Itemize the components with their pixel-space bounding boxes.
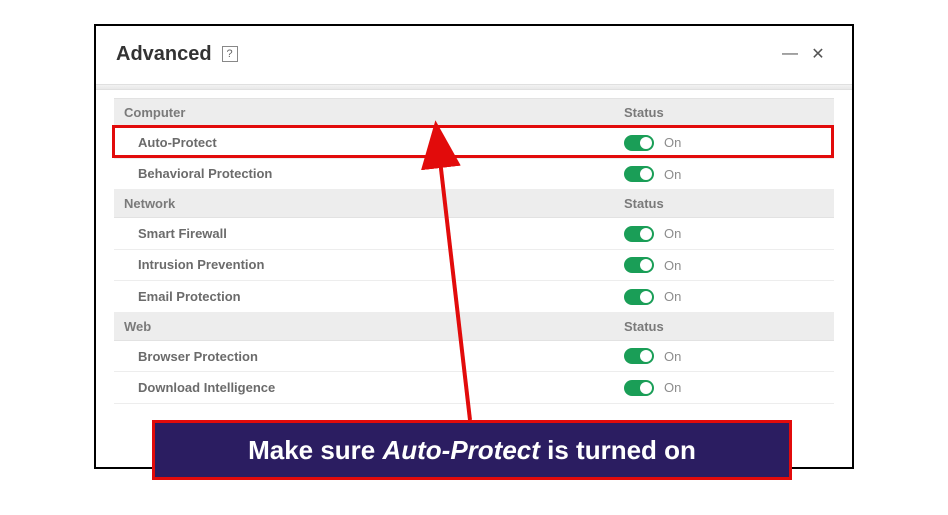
setting-label: Download Intelligence [114,372,614,404]
status-text: On [664,226,681,241]
settings-content: ComputerStatusAuto-ProtectOnBehavioral P… [96,90,852,404]
titlebar: Advanced ? — ✕ [96,26,852,78]
setting-row: Smart Firewall On [114,218,834,250]
caption-prefix: Make sure [248,435,382,465]
setting-row: Browser Protection On [114,340,834,372]
status-text: On [664,135,681,150]
toggle-switch[interactable] [624,380,654,396]
caption-emphasis: Auto-Protect [382,435,539,465]
caption-suffix: is turned on [540,435,696,465]
status-text: On [664,289,681,304]
setting-label: Behavioral Protection [114,158,614,190]
status-column-header: Status [614,312,834,340]
status-text: On [664,380,681,395]
help-icon[interactable]: ? [222,46,238,62]
status-text: On [664,349,681,364]
setting-row: Auto-Protect On [114,127,834,159]
setting-label: Email Protection [114,281,614,313]
setting-row: Download Intelligence On [114,372,834,404]
toggle-switch[interactable] [624,348,654,364]
setting-row: Behavioral Protection On [114,158,834,190]
settings-window: Advanced ? — ✕ ComputerStatusAuto-Protec… [94,24,854,469]
toggle-switch[interactable] [624,135,654,151]
status-text: On [664,258,681,273]
setting-status-cell: On [614,127,834,159]
close-button[interactable]: ✕ [804,40,832,68]
minimize-button[interactable]: — [776,40,804,68]
settings-table: ComputerStatusAuto-ProtectOnBehavioral P… [114,98,834,404]
setting-status-cell: On [614,218,834,250]
setting-status-cell: On [614,249,834,281]
status-column-header: Status [614,190,834,218]
page-title: Advanced [116,43,212,66]
status-text: On [664,167,681,182]
section-header: WebStatus [114,312,834,340]
status-column-header: Status [614,99,834,127]
setting-status-cell: On [614,372,834,404]
toggle-switch[interactable] [624,257,654,273]
setting-label: Smart Firewall [114,218,614,250]
annotation-caption: Make sure Auto-Protect is turned on [152,420,792,480]
setting-row: Email Protection On [114,281,834,313]
setting-status-cell: On [614,340,834,372]
setting-row: Intrusion Prevention On [114,249,834,281]
section-name: Network [114,190,614,218]
section-name: Web [114,312,614,340]
toggle-switch[interactable] [624,226,654,242]
section-header: ComputerStatus [114,99,834,127]
section-header: NetworkStatus [114,190,834,218]
setting-status-cell: On [614,281,834,313]
toggle-switch[interactable] [624,289,654,305]
toggle-switch[interactable] [624,166,654,182]
setting-status-cell: On [614,158,834,190]
setting-label: Auto-Protect [114,127,614,159]
setting-label: Intrusion Prevention [114,249,614,281]
setting-label: Browser Protection [114,340,614,372]
section-name: Computer [114,99,614,127]
